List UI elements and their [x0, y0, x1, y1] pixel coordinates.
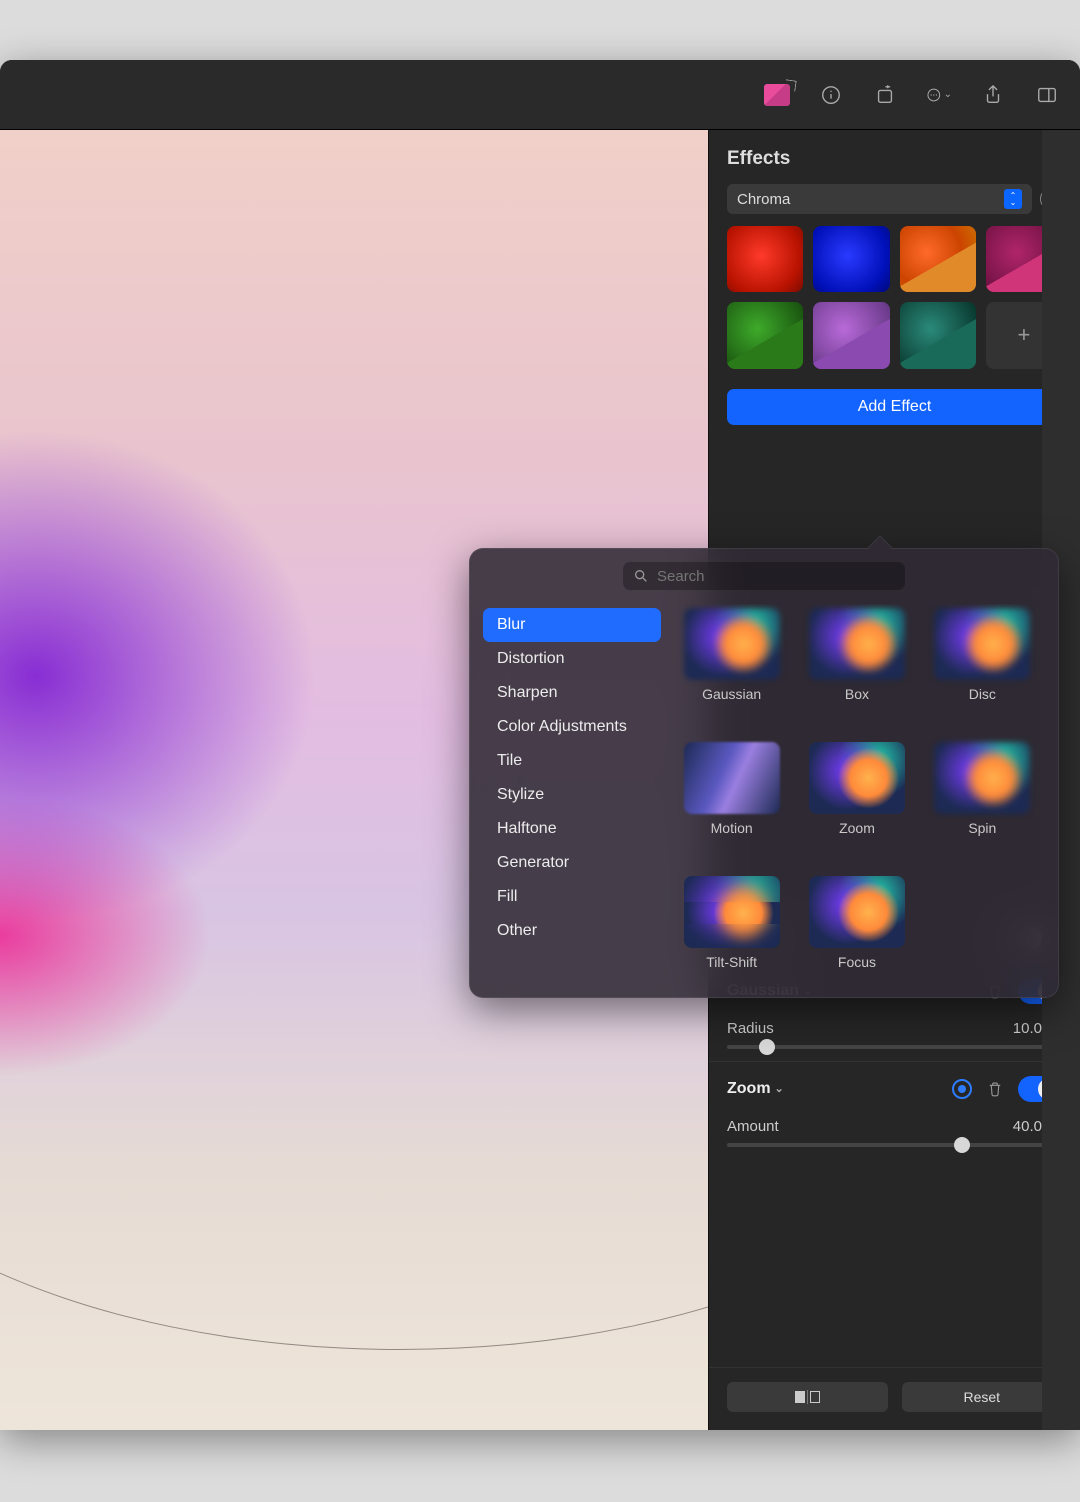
effect-choices-grid: Gaussian Box Disc Motion Zoom Spin Tilt-… — [665, 604, 1049, 984]
delete-effect-button[interactable] — [986, 1079, 1004, 1099]
effect-thumb — [934, 742, 1030, 814]
preset-swatch[interactable] — [727, 226, 803, 292]
effect-category-list: Blur Distortion Sharpen Color Adjustment… — [479, 604, 665, 984]
preset-dropdown[interactable]: Chroma ⌃⌄ — [727, 184, 1032, 214]
more-icon[interactable]: ⌄ — [926, 82, 952, 108]
slider-thumb[interactable] — [954, 1137, 970, 1153]
category-item-stylize[interactable]: Stylize — [483, 778, 661, 812]
effect-choice-gaussian[interactable]: Gaussian — [673, 608, 790, 736]
panel-title: Effects — [709, 130, 1080, 184]
param-label: Radius — [727, 1020, 774, 1037]
effect-choice-motion[interactable]: Motion — [673, 742, 790, 870]
effect-choice-spin[interactable]: Spin — [924, 742, 1041, 870]
preset-dropdown-label: Chroma — [737, 191, 790, 208]
effect-thumb — [934, 608, 1030, 680]
new-window-icon[interactable] — [872, 82, 898, 108]
target-point-icon[interactable] — [952, 1079, 972, 1099]
category-item-blur[interactable]: Blur — [483, 608, 661, 642]
effect-choice-tilt-shift[interactable]: Tilt-Shift — [673, 876, 790, 998]
category-item-halftone[interactable]: Halftone — [483, 812, 661, 846]
category-item-tile[interactable]: Tile — [483, 744, 661, 778]
share-icon[interactable] — [980, 82, 1006, 108]
dropdown-arrows-icon: ⌃⌄ — [1004, 189, 1022, 209]
category-item-color-adjustments[interactable]: Color Adjustments — [483, 710, 661, 744]
effect-thumb — [809, 608, 905, 680]
category-item-other[interactable]: Other — [483, 914, 661, 948]
preset-swatch[interactable] — [813, 302, 889, 368]
preset-swatch[interactable] — [900, 226, 976, 292]
app-window: ⌄ Effects Chroma ⌃⌄ ⋯ — [0, 60, 1080, 1430]
split-compare-icon — [795, 1390, 820, 1404]
param-label: Amount — [727, 1118, 779, 1135]
effect-search[interactable] — [623, 562, 905, 590]
preset-swatch[interactable] — [727, 302, 803, 368]
add-effect-popover: Blur Distortion Sharpen Color Adjustment… — [469, 548, 1059, 998]
split-compare-button[interactable] — [727, 1382, 888, 1412]
amount-slider[interactable] — [727, 1143, 1062, 1147]
effect-thumb — [809, 742, 905, 814]
effect-thumb — [684, 742, 780, 814]
effect-row-zoom: Zoom⌄ Amount 40.0 px — [709, 1061, 1080, 1159]
chevron-down-icon: ⌄ — [775, 1082, 784, 1095]
effect-choice-box[interactable]: Box — [798, 608, 915, 736]
radius-slider[interactable] — [727, 1045, 1062, 1049]
effect-search-input[interactable] — [657, 568, 895, 585]
reset-button[interactable]: Reset — [902, 1382, 1063, 1412]
preset-swatch[interactable] — [813, 226, 889, 292]
info-icon[interactable] — [818, 82, 844, 108]
effect-name-toggle[interactable]: Zoom⌄ — [727, 1080, 784, 1098]
category-item-fill[interactable]: Fill — [483, 880, 661, 914]
effect-thumb — [684, 876, 780, 948]
titlebar: ⌄ — [0, 60, 1080, 130]
slider-thumb[interactable] — [759, 1039, 775, 1055]
effect-choice-zoom[interactable]: Zoom — [798, 742, 915, 870]
category-item-sharpen[interactable]: Sharpen — [483, 676, 661, 710]
search-icon — [633, 568, 649, 584]
effect-thumb — [684, 608, 780, 680]
preset-grid: + — [727, 226, 1062, 369]
panel-footer: Reset — [709, 1367, 1080, 1430]
effect-choice-disc[interactable]: Disc — [924, 608, 1041, 736]
add-effect-button[interactable]: Add Effect — [727, 389, 1062, 425]
effect-thumb — [809, 876, 905, 948]
sidebar-toggle-icon[interactable] — [1034, 82, 1060, 108]
effect-choice-focus[interactable]: Focus — [798, 876, 915, 998]
color-picker-icon[interactable] — [764, 82, 790, 108]
category-item-generator[interactable]: Generator — [483, 846, 661, 880]
category-item-distortion[interactable]: Distortion — [483, 642, 661, 676]
preset-swatch[interactable] — [900, 302, 976, 368]
